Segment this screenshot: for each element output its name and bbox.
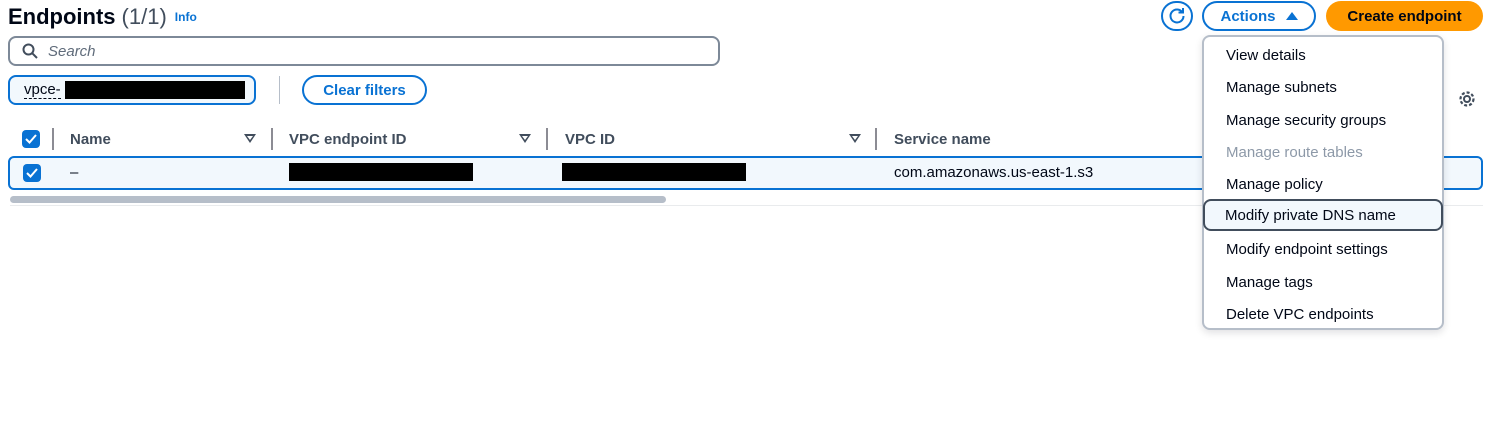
column-header-service-name[interactable]: Service name <box>894 122 991 156</box>
menu-item-manage-route-tables: Manage route tables <box>1226 143 1363 161</box>
select-all-cell[interactable] <box>22 122 40 156</box>
redacted-token-value <box>64 81 245 99</box>
checkbox-checked-icon[interactable] <box>22 130 40 148</box>
redacted-endpoint-id <box>289 163 473 181</box>
redacted-vpc-id <box>562 163 746 181</box>
menu-item-manage-security-groups[interactable]: Manage security groups <box>1204 104 1442 136</box>
actions-label: Actions <box>1220 7 1276 25</box>
menu-item-manage-policy[interactable]: Manage policy <box>1204 168 1442 200</box>
column-divider[interactable] <box>271 128 273 150</box>
create-endpoint-button[interactable]: Create endpoint <box>1326 1 1483 31</box>
column-header-vpc-endpoint-id[interactable]: VPC endpoint ID <box>289 122 407 156</box>
column-divider[interactable] <box>52 128 54 150</box>
horizontal-scrollbar[interactable] <box>10 196 666 203</box>
column-divider[interactable] <box>875 128 877 150</box>
page-title-text: Endpoints <box>8 4 116 29</box>
page-title: Endpoints (1/1) Info <box>8 4 197 30</box>
settings-gear-icon[interactable] <box>1456 88 1478 110</box>
menu-item-delete-vpc-endpoints[interactable]: Delete VPC endpoints <box>1204 298 1442 330</box>
search-icon <box>22 43 38 59</box>
cell-service-name: com.amazonaws.us-east-1.s3 <box>894 164 1094 181</box>
sort-caret-icon[interactable] <box>849 134 861 143</box>
endpoint-count: (1/1) <box>121 4 167 29</box>
caret-up-icon <box>1285 12 1298 20</box>
cell-vpc-endpoint-id[interactable] <box>289 163 473 185</box>
checkbox-checked-icon[interactable] <box>23 164 41 182</box>
filter-token[interactable]: vpce- <box>8 75 256 105</box>
sort-caret-icon[interactable] <box>244 134 256 143</box>
cell-vpc-id[interactable] <box>562 163 746 185</box>
refresh-icon <box>1169 8 1185 24</box>
search-box[interactable] <box>8 36 720 66</box>
actions-dropdown-menu: View details Manage subnets Manage secur… <box>1202 35 1444 330</box>
menu-item-modify-private-dns-name[interactable]: Modify private DNS name <box>1203 199 1443 231</box>
refresh-button[interactable] <box>1161 1 1193 31</box>
menu-item-manage-subnets[interactable]: Manage subnets <box>1204 71 1442 103</box>
info-link[interactable]: Info <box>175 10 197 24</box>
cell-name: – <box>70 164 79 181</box>
menu-item-view-details[interactable]: View details <box>1204 39 1442 71</box>
clear-filters-button[interactable]: Clear filters <box>302 75 427 105</box>
search-input[interactable] <box>48 42 648 60</box>
menu-item-manage-tags[interactable]: Manage tags <box>1204 266 1442 298</box>
column-header-vpc-id[interactable]: VPC ID <box>565 122 615 156</box>
column-divider[interactable] <box>546 128 548 150</box>
filter-token-value: vpce- <box>24 80 61 99</box>
column-header-name[interactable]: Name <box>70 122 111 156</box>
menu-item-modify-endpoint-settings[interactable]: Modify endpoint settings <box>1204 233 1442 265</box>
filter-divider <box>279 76 280 104</box>
actions-button[interactable]: Actions <box>1202 1 1316 31</box>
sort-caret-icon[interactable] <box>519 134 531 143</box>
